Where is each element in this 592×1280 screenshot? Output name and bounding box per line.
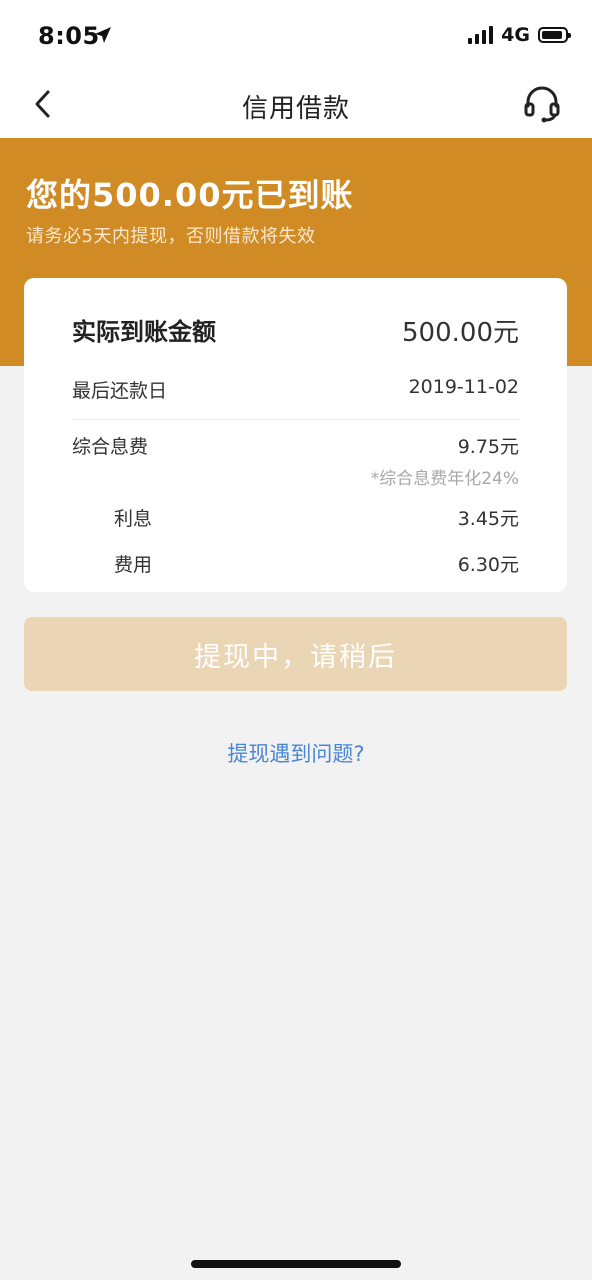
interest-label: 利息 bbox=[114, 508, 153, 530]
repay-date-value: 2019-11-02 bbox=[408, 376, 519, 398]
interest-value: 3.45元 bbox=[457, 508, 519, 530]
actual-amount-value: 500.00元 bbox=[402, 318, 519, 348]
nav-bar: 信用借款 bbox=[0, 70, 592, 138]
fee-value: 9.75元 bbox=[457, 436, 519, 458]
fee-annual-note: *综合息费年化24% bbox=[370, 469, 519, 489]
repay-date-label: 最后还款日 bbox=[72, 380, 168, 402]
location-arrow-icon bbox=[95, 27, 111, 43]
status-time: 8:05 bbox=[38, 22, 100, 50]
status-indicators: 4G bbox=[468, 24, 571, 46]
headset-icon[interactable] bbox=[522, 84, 562, 124]
actual-amount-label: 实际到账金额 bbox=[72, 318, 216, 346]
fee-label: 综合息费 bbox=[72, 436, 149, 458]
battery-icon bbox=[538, 27, 571, 43]
withdraw-help-link[interactable]: 提现遇到问题? bbox=[0, 738, 592, 768]
page-title: 信用借款 bbox=[241, 94, 350, 124]
banner-title: 您的500.00元已到账 bbox=[26, 176, 354, 214]
banner-subtitle: 请务必5天内提现，否则借款将失效 bbox=[26, 226, 316, 247]
cost-value: 6.30元 bbox=[457, 554, 519, 576]
cost-label: 费用 bbox=[114, 554, 153, 576]
status-bar: 8:05 4G bbox=[0, 0, 592, 70]
withdraw-button[interactable]: 提现中，请稍后 bbox=[24, 617, 567, 691]
network-type: 4G bbox=[501, 24, 530, 46]
signal-bars-icon bbox=[468, 26, 494, 44]
home-indicator[interactable] bbox=[191, 1260, 401, 1268]
divider bbox=[72, 419, 519, 420]
loan-details-card: 实际到账金额 500.00元 最后还款日 2019-11-02 综合息费 9.7… bbox=[24, 278, 567, 592]
